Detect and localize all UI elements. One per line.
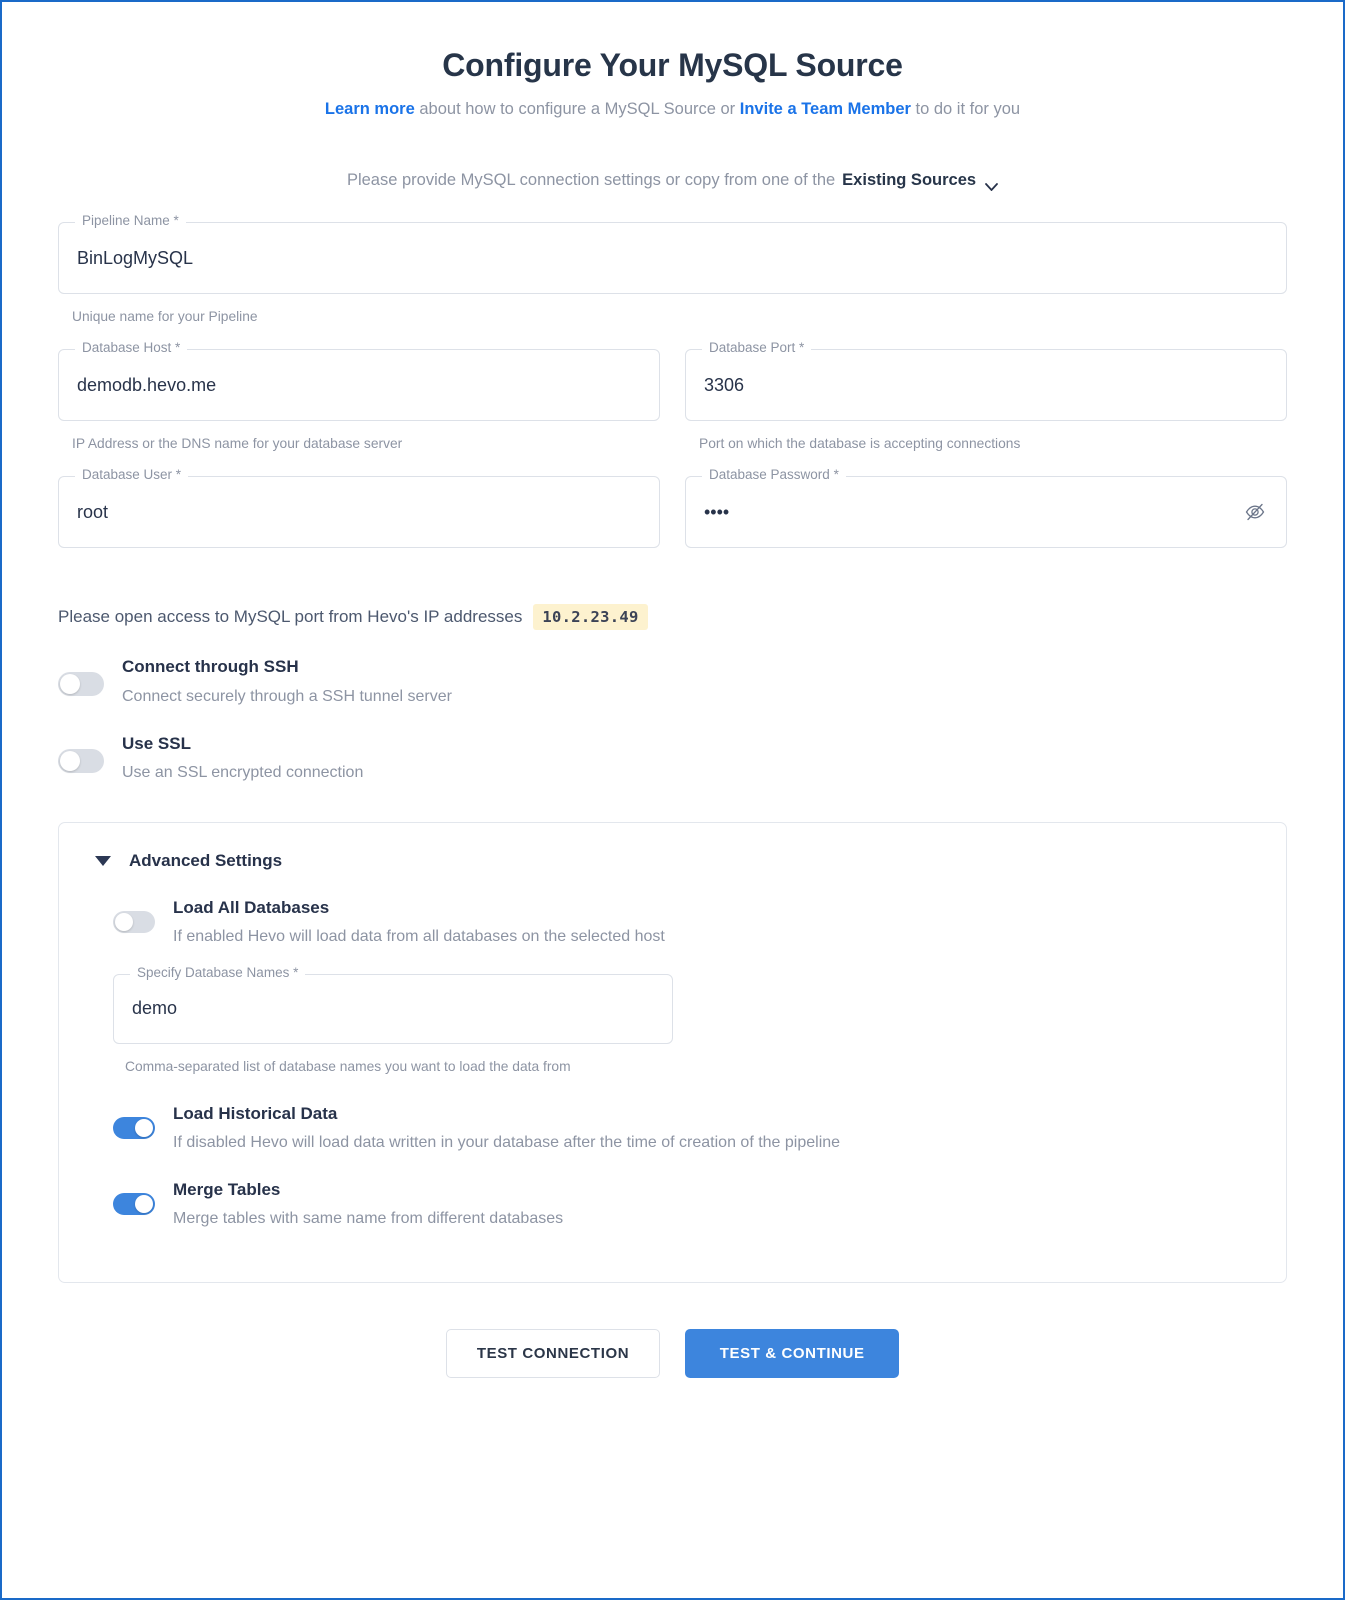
- load-all-databases-row: Load All Databases If enabled Hevo will …: [113, 897, 1256, 948]
- database-host-input[interactable]: Database Host * demodb.hevo.me: [58, 341, 660, 422]
- merge-tables-description: Merge tables with same name from differe…: [173, 1210, 564, 1228]
- load-all-databases-label: Load All Databases: [173, 897, 330, 917]
- subtitle-middle-text: about how to configure a MySQL Source or: [414, 100, 740, 119]
- connect-through-ssh-description: Connect securely through a SSH tunnel se…: [122, 687, 452, 705]
- app-window: Configure Your MySQL Source Learn more a…: [0, 0, 1345, 1600]
- load-all-databases-description: If enabled Hevo will load data from all …: [173, 927, 665, 945]
- toggle-knob: [60, 674, 80, 695]
- test-connection-button[interactable]: TEST CONNECTION: [445, 1328, 661, 1378]
- ip-address-chip: 10.2.23.49: [533, 604, 648, 631]
- database-port-label: Database Port *: [702, 341, 812, 355]
- specify-database-names-value: demo: [132, 998, 178, 1019]
- pipeline-name-group: Pipeline Name * BinLogMySQL Unique name …: [58, 214, 1287, 327]
- specify-database-names-input[interactable]: Specify Database Names * demo: [113, 966, 673, 1044]
- load-historical-data-label: Load Historical Data: [173, 1103, 338, 1123]
- toggle-knob: [115, 912, 133, 931]
- load-historical-data-text: Load Historical Data If disabled Hevo wi…: [173, 1103, 840, 1154]
- database-host-value: demodb.hevo.me: [77, 374, 217, 395]
- page-subtitle: Learn more about how to configure a MySQ…: [58, 98, 1287, 121]
- database-password-group: Database Password * ••••: [685, 468, 1287, 549]
- pipeline-name-input[interactable]: Pipeline Name * BinLogMySQL: [58, 214, 1287, 295]
- merge-tables-row: Merge Tables Merge tables with same name…: [113, 1179, 1256, 1230]
- database-port-value: 3306: [704, 374, 745, 395]
- database-host-label: Database Host *: [75, 341, 188, 355]
- database-user-value: root: [77, 501, 109, 522]
- use-ssl-description: Use an SSL encrypted connection: [122, 764, 364, 782]
- connect-through-ssh-toggle[interactable]: [58, 672, 104, 697]
- advanced-settings-panel: Advanced Settings Load All Databases If …: [58, 821, 1287, 1283]
- database-password-label: Database Password *: [702, 468, 846, 482]
- toggle-knob: [135, 1118, 153, 1137]
- specify-database-names-helper: Comma-separated list of database names y…: [125, 1058, 571, 1074]
- existing-sources-dropdown[interactable]: Existing Sources: [842, 171, 998, 192]
- page-content: Configure Your MySQL Source Learn more a…: [2, 2, 1343, 1598]
- database-port-input[interactable]: Database Port * 3306: [685, 341, 1287, 422]
- database-user-group: Database User * root: [58, 468, 660, 549]
- learn-more-link[interactable]: Learn more: [325, 100, 415, 118]
- pipeline-name-value: BinLogMySQL: [77, 247, 194, 268]
- load-historical-data-toggle[interactable]: [113, 1116, 155, 1139]
- eye-off-icon[interactable]: [1242, 499, 1268, 525]
- database-port-helper: Port on which the database is accepting …: [699, 436, 1021, 452]
- use-ssl-label: Use SSL: [122, 734, 191, 754]
- pipeline-name-label: Pipeline Name *: [75, 214, 186, 228]
- toggle-knob: [60, 751, 80, 772]
- connect-through-ssh-text: Connect through SSH Connect securely thr…: [122, 656, 452, 707]
- use-ssl-row: Use SSL Use an SSL encrypted connection: [58, 733, 1287, 784]
- database-port-group: Database Port * 3306 Port on which the d…: [685, 341, 1287, 454]
- load-historical-data-row: Load Historical Data If disabled Hevo wi…: [113, 1103, 1256, 1154]
- use-ssl-toggle[interactable]: [58, 749, 104, 774]
- triangle-down-icon: [95, 855, 111, 866]
- source-prompt-text: Please provide MySQL connection settings…: [346, 171, 836, 190]
- database-user-label: Database User *: [75, 468, 189, 482]
- merge-tables-label: Merge Tables: [173, 1180, 281, 1200]
- merge-tables-toggle[interactable]: [113, 1193, 155, 1216]
- toggle-knob: [135, 1195, 153, 1214]
- pipeline-name-helper: Unique name for your Pipeline: [72, 309, 258, 325]
- user-password-row: Database User * root Database Password *…: [58, 468, 1287, 549]
- advanced-settings-title: Advanced Settings: [129, 850, 283, 870]
- load-historical-data-description: If disabled Hevo will load data written …: [173, 1133, 841, 1151]
- database-host-helper: IP Address or the DNS name for your data…: [72, 436, 403, 452]
- host-port-row: Database Host * demodb.hevo.me IP Addres…: [58, 341, 1287, 454]
- database-password-input[interactable]: Database Password * ••••: [685, 468, 1287, 549]
- footer-actions: TEST CONNECTION TEST & CONTINUE: [58, 1328, 1287, 1378]
- specify-database-names-label: Specify Database Names *: [130, 966, 306, 980]
- connect-through-ssh-row: Connect through SSH Connect securely thr…: [58, 656, 1287, 707]
- database-host-group: Database Host * demodb.hevo.me IP Addres…: [58, 341, 660, 454]
- subtitle-end-text: to do it for you: [910, 100, 1021, 119]
- load-all-databases-text: Load All Databases If enabled Hevo will …: [173, 897, 665, 948]
- existing-sources-label: Existing Sources: [842, 171, 977, 190]
- chevron-down-icon: [985, 177, 998, 192]
- test-and-continue-button[interactable]: TEST & CONTINUE: [685, 1328, 900, 1378]
- existing-sources-row: Please provide MySQL connection settings…: [58, 171, 1287, 192]
- advanced-settings-body: Load All Databases If enabled Hevo will …: [89, 897, 1256, 1230]
- ip-notice: Please open access to MySQL port from He…: [58, 604, 1287, 631]
- specify-database-names-group: Specify Database Names * demo Comma-sepa…: [113, 966, 1256, 1077]
- advanced-settings-header[interactable]: Advanced Settings: [89, 851, 1256, 871]
- merge-tables-text: Merge Tables Merge tables with same name…: [173, 1179, 563, 1230]
- load-all-databases-toggle[interactable]: [113, 910, 155, 933]
- connect-through-ssh-label: Connect through SSH: [122, 657, 299, 677]
- database-password-value: ••••: [704, 501, 730, 522]
- use-ssl-text: Use SSL Use an SSL encrypted connection: [122, 733, 363, 784]
- database-user-input[interactable]: Database User * root: [58, 468, 660, 549]
- invite-team-member-link[interactable]: Invite a Team Member: [740, 100, 911, 118]
- page-title: Configure Your MySQL Source: [442, 47, 903, 83]
- ip-notice-text: Please open access to MySQL port from He…: [58, 607, 523, 627]
